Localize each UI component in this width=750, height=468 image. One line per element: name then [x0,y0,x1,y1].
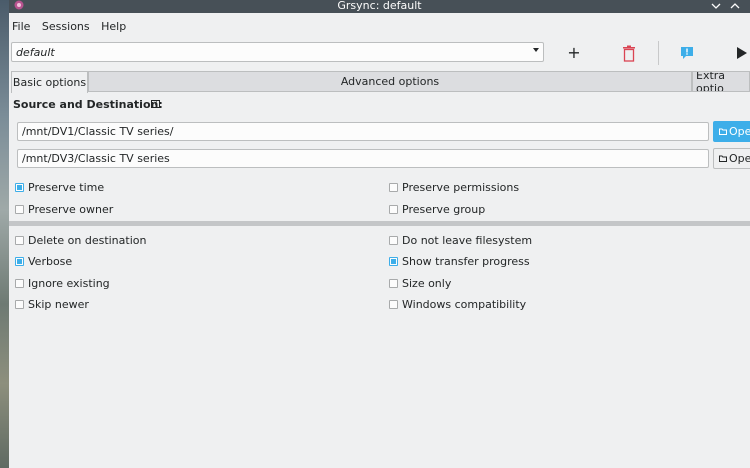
help-icon[interactable]: ? [151,100,160,108]
menu-help[interactable]: Help [98,17,129,36]
minimize-chevron-icon[interactable] [709,0,723,13]
verbose-label: Verbose [28,255,73,268]
verbose-checkbox[interactable]: Verbose [15,255,72,268]
size-only-label: Size only [402,277,452,290]
simulate-button[interactable] [674,42,700,64]
delete-on-destination-checkbox[interactable]: Delete on destination [15,234,146,247]
preserve-owner-checkbox[interactable]: Preserve owner [15,203,113,216]
folder-icon [719,155,727,162]
delete-on-destination-box[interactable] [15,236,24,245]
tab-basic-options[interactable]: Basic options [11,71,88,93]
preserve-owner-box[interactable] [15,205,24,214]
ignore-existing-checkbox[interactable]: Ignore existing [15,277,110,290]
trash-icon [623,45,635,62]
skip-newer-label: Skip newer [28,298,89,311]
source-path-value: /mnt/DV1/Classic TV series/ [22,125,174,138]
desktop-wallpaper [0,0,9,468]
do-not-leave-filesystem-box[interactable] [389,236,398,245]
preserve-group-checkbox[interactable]: Preserve group [389,203,485,216]
menu-file[interactable]: File [9,17,33,36]
preserve-group-box[interactable] [389,205,398,214]
source-open-button[interactable]: Ope [713,121,750,142]
main-window: File Sessions Help default + Basic optio… [9,13,750,468]
windows-compatibility-checkbox[interactable]: Windows compatibility [389,298,526,311]
preserve-time-checkbox[interactable]: Preserve time [15,181,104,194]
source-destination-heading: Source and Destination: [13,98,163,111]
source-path-field[interactable]: /mnt/DV1/Classic TV series/ [17,122,709,141]
show-transfer-progress-box[interactable] [389,257,398,266]
delete-on-destination-label: Delete on destination [28,234,147,247]
folder-icon [719,128,727,135]
session-combobox-value: default [16,46,55,59]
do-not-leave-filesystem-label: Do not leave filesystem [402,234,533,247]
menu-bar: File Sessions Help [9,17,131,37]
info-bubble-icon [681,47,693,59]
preserve-time-label: Preserve time [28,181,105,194]
tab-extra-options[interactable]: Extra optio [692,71,750,92]
chevron-down-icon [533,48,539,52]
windows-compatibility-label: Windows compatibility [402,298,527,311]
options-tab-bar: Basic options Advanced options Extra opt… [9,71,750,93]
destination-path-value: /mnt/DV3/Classic TV series [22,152,170,165]
ignore-existing-label: Ignore existing [28,277,110,290]
show-transfer-progress-checkbox[interactable]: Show transfer progress [389,255,530,268]
maximize-chevron-icon[interactable] [728,0,742,13]
skip-newer-checkbox[interactable]: Skip newer [15,298,89,311]
size-only-checkbox[interactable]: Size only [389,277,451,290]
tab-advanced-options-label: Advanced options [340,75,440,88]
add-icon: + [567,43,581,62]
preserve-group-label: Preserve group [402,203,486,216]
size-only-box[interactable] [389,279,398,288]
preserve-time-box[interactable] [15,183,24,192]
source-open-label: Ope [729,125,750,138]
destination-path-field[interactable]: /mnt/DV3/Classic TV series [17,149,709,168]
show-transfer-progress-label: Show transfer progress [402,255,530,268]
add-session-button[interactable]: + [561,42,587,64]
destination-open-button[interactable]: Ope [713,148,750,169]
destination-open-label: Ope [729,152,750,165]
play-icon [737,47,747,59]
toolbar-separator [658,41,659,65]
preserve-permissions-label: Preserve permissions [402,181,520,194]
window-title: Grsync: default [337,0,422,12]
preserve-owner-label: Preserve owner [28,203,114,216]
execute-button[interactable] [729,42,750,64]
tab-advanced-options[interactable]: Advanced options [88,71,692,92]
tab-basic-options-label: Basic options [12,76,87,89]
preserve-permissions-box[interactable] [389,183,398,192]
options-divider [9,221,750,226]
verbose-box[interactable] [15,257,24,266]
tab-extra-options-label: Extra optio [696,71,726,92]
preserve-permissions-checkbox[interactable]: Preserve permissions [389,181,519,194]
window-titlebar[interactable]: Grsync: default [9,0,750,13]
ignore-existing-box[interactable] [15,279,24,288]
skip-newer-box[interactable] [15,300,24,309]
do-not-leave-filesystem-checkbox[interactable]: Do not leave filesystem [389,234,532,247]
delete-session-button[interactable] [616,42,642,64]
windows-compatibility-box[interactable] [389,300,398,309]
menu-sessions[interactable]: Sessions [39,17,93,36]
session-combobox[interactable]: default [11,42,544,62]
